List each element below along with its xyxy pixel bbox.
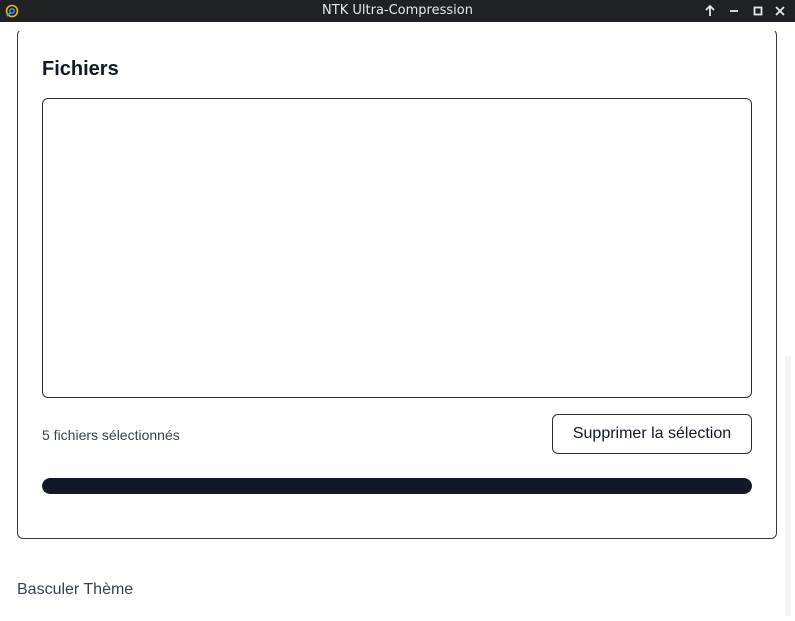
app-content: Fichiers 5 fichiers sélectionnés Supprim…: [0, 22, 795, 621]
files-card-title: Fichiers: [42, 58, 119, 80]
scrollbar-track[interactable]: [785, 356, 791, 616]
maximize-icon[interactable]: [750, 3, 766, 19]
selected-count-text: 5 fichiers sélectionnés: [42, 427, 180, 443]
theme-toggle-button[interactable]: Basculer Thème: [17, 581, 133, 599]
file-list-area[interactable]: [42, 98, 752, 398]
progress-bar: [42, 478, 752, 494]
window-title: NTK Ultra-Compression: [322, 3, 473, 18]
files-card: Fichiers 5 fichiers sélectionnés Supprim…: [17, 29, 777, 539]
progress-bar-fill: [42, 478, 752, 494]
close-icon[interactable]: [772, 3, 788, 19]
clear-selection-button[interactable]: Supprimer la sélection: [552, 414, 752, 454]
minimize-icon[interactable]: [726, 3, 742, 19]
arrow-up-icon[interactable]: [702, 3, 718, 19]
window-titlebar: NTK Ultra-Compression: [0, 0, 795, 22]
